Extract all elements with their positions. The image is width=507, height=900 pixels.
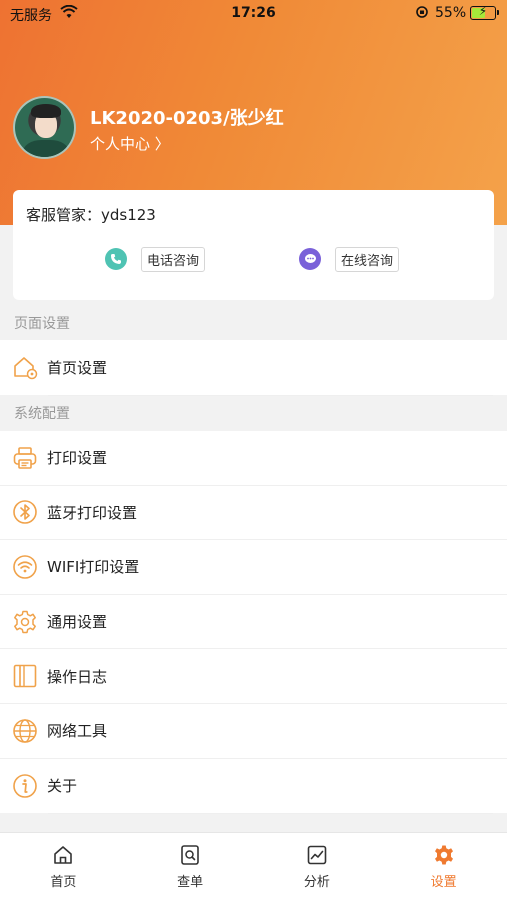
phone-icon — [105, 248, 127, 270]
list-item-label: 操作日志 — [47, 667, 108, 686]
log-book-icon — [12, 663, 38, 689]
list-item-network-tools[interactable]: 网络工具 — [0, 704, 507, 759]
home-settings-icon — [12, 354, 38, 380]
wifi-icon — [12, 554, 38, 580]
tab-settings[interactable]: 设置 — [380, 833, 507, 900]
user-name: LK2020-0203/张少红 — [90, 108, 284, 129]
tab-label: 分析 — [303, 875, 330, 890]
tab-label: 设置 — [430, 875, 457, 890]
phone-consult-label: 电话咨询 — [141, 246, 206, 272]
rotation-lock-icon — [415, 5, 429, 23]
list-item-print-settings[interactable]: 打印设置 — [0, 431, 507, 486]
list-item-label: 通用设置 — [47, 613, 108, 632]
phone-consult-button[interactable]: 电话咨询 — [105, 246, 206, 272]
tab-analysis[interactable]: 分析 — [254, 833, 381, 900]
settings-gear-icon — [433, 844, 455, 866]
globe-icon — [12, 718, 38, 744]
tab-home[interactable]: 首页 — [0, 833, 127, 900]
page-settings-list: 首页设置 — [0, 340, 507, 396]
list-item-operation-log[interactable]: 操作日志 — [0, 649, 507, 704]
gear-icon — [12, 609, 38, 635]
avatar[interactable] — [13, 96, 76, 159]
list-item-label: 关于 — [47, 777, 78, 796]
chat-icon — [299, 248, 321, 270]
section-title-page-settings: 页面设置 — [14, 316, 70, 332]
list-item-bluetooth-print[interactable]: 蓝牙打印设置 — [0, 486, 507, 541]
info-icon — [12, 773, 38, 799]
list-item-label: 首页设置 — [47, 358, 108, 377]
bluetooth-icon — [12, 499, 38, 525]
section-title-system-config: 系统配置 — [14, 406, 70, 422]
home-icon — [52, 844, 74, 866]
clock: 17:26 — [231, 5, 276, 21]
search-order-icon — [179, 844, 201, 866]
list-item-general-settings[interactable]: 通用设置 — [0, 595, 507, 650]
battery-percent: 55% — [435, 5, 467, 21]
online-consult-label: 在线咨询 — [335, 246, 400, 272]
list-item-label: 打印设置 — [47, 449, 108, 468]
list-item-label: WIFI打印设置 — [47, 558, 140, 577]
list-item-about[interactable]: 关于 — [0, 759, 507, 814]
tab-label: 查单 — [177, 875, 204, 890]
status-bar: 无服务 17:26 55% ⚡ — [0, 0, 507, 28]
system-config-list: 打印设置 蓝牙打印设置 WIFI打印设置 通用设置 操作日志 网络工具 关于 — [0, 431, 507, 814]
tab-label: 首页 — [50, 875, 77, 890]
tab-search-order[interactable]: 查单 — [127, 833, 254, 900]
customer-service-card: 客服管家：yds123 电话咨询 在线咨询 — [13, 190, 494, 300]
online-consult-button[interactable]: 在线咨询 — [299, 246, 400, 272]
personal-center-link[interactable]: 个人中心 〉 — [90, 133, 170, 154]
list-item-label: 蓝牙打印设置 — [47, 503, 138, 522]
battery-icon: ⚡ — [470, 4, 499, 20]
list-item-home-settings[interactable]: 首页设置 — [0, 340, 507, 396]
charging-bolt-icon: ⚡ — [478, 4, 488, 18]
service-manager-label: 客服管家：yds123 — [26, 206, 156, 224]
list-item-wifi-print[interactable]: WIFI打印设置 — [0, 540, 507, 595]
bottom-tab-bar: 首页 查单 分析 设置 — [0, 832, 507, 900]
chart-icon — [306, 844, 328, 866]
list-item-label: 网络工具 — [47, 722, 108, 741]
printer-icon — [12, 445, 38, 471]
